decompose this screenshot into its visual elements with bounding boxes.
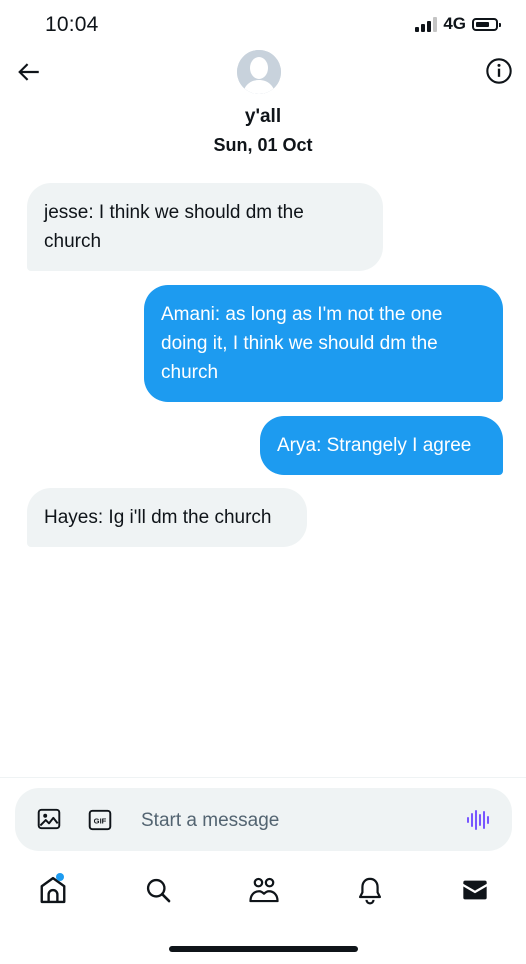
bottom-tab-bar (0, 865, 526, 915)
search-icon (146, 878, 171, 903)
status-time: 10:04 (45, 13, 99, 36)
home-icon (40, 876, 66, 904)
avatar[interactable] (237, 50, 281, 94)
bell-icon (358, 877, 382, 905)
tab-notifications[interactable] (345, 865, 395, 915)
arrow-left-icon (18, 63, 39, 81)
tab-search[interactable] (133, 865, 183, 915)
voice-waveform-icon (467, 810, 489, 830)
composer-divider (0, 777, 526, 778)
conversation-title: y'all (244, 106, 282, 127)
conversation-header: y'all Sun, 01 Oct (0, 50, 526, 170)
svg-text:GIF: GIF (94, 816, 107, 825)
home-indicator (169, 946, 358, 952)
add-media-button[interactable] (36, 806, 62, 832)
default-avatar-icon (237, 50, 281, 94)
message-bubble-incoming[interactable]: Hayes: Ig i'll dm the church (27, 488, 307, 547)
message-bubble-outgoing[interactable]: Amani: as long as I'm not the one doing … (144, 285, 503, 402)
add-gif-button[interactable]: GIF (87, 807, 113, 833)
message-input[interactable] (139, 800, 443, 842)
message-bubble-outgoing[interactable]: Arya: Strangely I agree (260, 416, 503, 475)
tab-messages[interactable] (450, 865, 500, 915)
mail-icon (463, 880, 487, 900)
info-icon (486, 58, 512, 84)
voice-message-button[interactable] (464, 806, 492, 834)
message-bubble-incoming[interactable]: jesse: I think we should dm the church (27, 183, 383, 271)
image-icon (37, 808, 61, 830)
notification-dot (56, 873, 64, 881)
signal-icon (415, 16, 438, 32)
back-button[interactable] (14, 57, 44, 87)
communities-icon (249, 877, 279, 903)
tab-home[interactable] (28, 865, 78, 915)
network-type: 4G (443, 14, 466, 33)
gif-icon: GIF (88, 809, 112, 831)
info-button[interactable] (484, 56, 514, 86)
battery-icon (472, 17, 501, 31)
message-composer: GIF (15, 788, 512, 851)
status-indicators: 4G (415, 14, 501, 34)
conversation-date: Sun, 01 Oct (213, 135, 313, 155)
tab-communities[interactable] (239, 865, 289, 915)
status-bar: 10:04 4G (0, 0, 526, 50)
